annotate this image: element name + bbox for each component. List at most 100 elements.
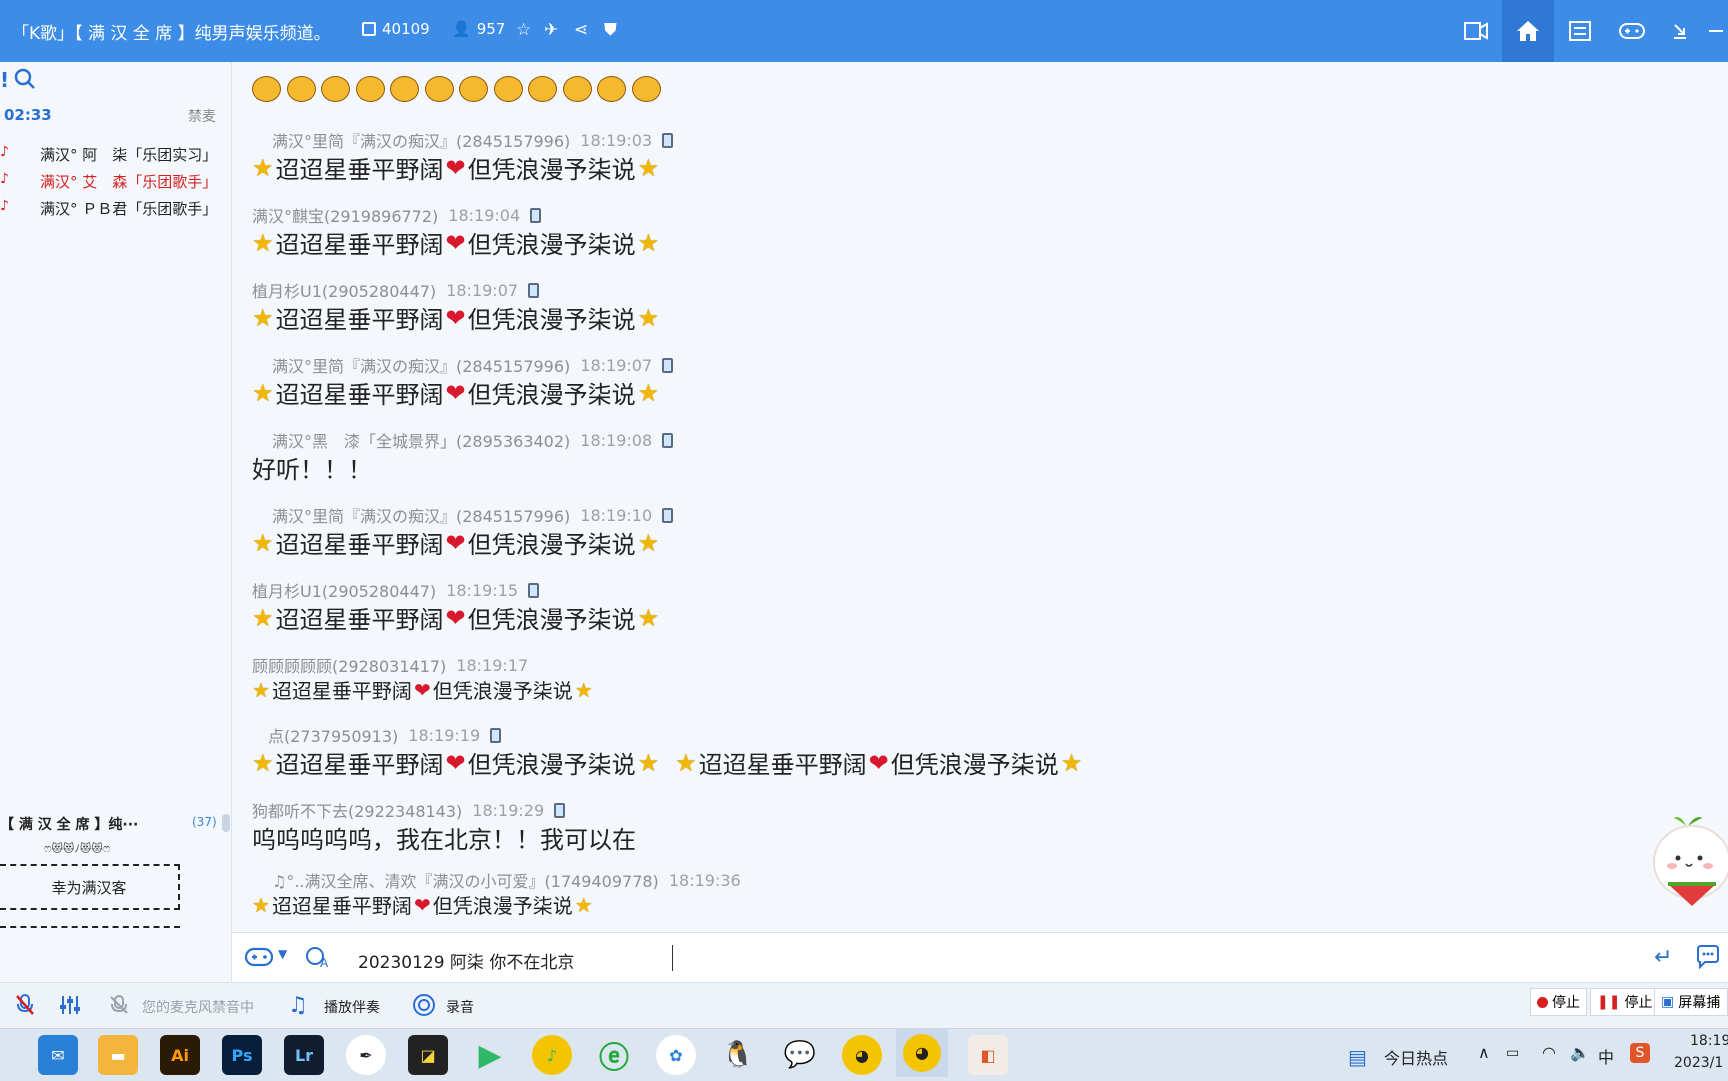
message-header[interactable]: 点(2737950913) 18:19:19	[268, 723, 502, 747]
yy-icon[interactable]: ◕	[842, 1035, 882, 1075]
raccoon-emoji-icon	[321, 76, 350, 102]
raccoon-emoji-icon	[252, 76, 281, 102]
screen-icon: ▣	[1661, 994, 1675, 1010]
sender-name[interactable]: 植月杉U1(2905280447)	[252, 578, 436, 602]
report-icon[interactable]: ⛊	[604, 19, 617, 41]
mic-muted-icon[interactable]	[14, 993, 36, 1021]
gamepad-icon[interactable]	[1606, 0, 1658, 62]
sender-name[interactable]: ♫°..满汉全席、清欢『满汉の小可爱』(1749409778)	[272, 868, 659, 892]
message-header[interactable]: 满汉°里简『满汉の痴汉』(2845157996) 18:19:10	[272, 503, 674, 527]
equalizer-icon[interactable]	[58, 993, 82, 1021]
qq-icon[interactable]: 🐧	[718, 1035, 758, 1075]
pen-icon[interactable]: ✒	[346, 1035, 386, 1075]
clock-time[interactable]: 18:19	[1690, 1033, 1728, 1049]
play-store-icon[interactable]: ▶	[470, 1035, 510, 1075]
message-header[interactable]: 满汉°麒宝(2919896772) 18:19:04	[252, 203, 542, 227]
music-note-icon[interactable]: ♫	[288, 993, 308, 1018]
sender-name[interactable]: 狗都听不下去(2922348143)	[252, 798, 462, 822]
search-icon[interactable]: ○	[0, 1035, 4, 1075]
channel-name[interactable]: 【 满 汉 全 席 】纯···	[0, 814, 138, 834]
message-text: 好听！！！	[252, 456, 372, 484]
stop-pause-button[interactable]: ❚❚ 停止	[1590, 988, 1660, 1016]
wechat-icon[interactable]: 💬	[780, 1035, 820, 1075]
record-button[interactable]: 录音	[446, 997, 474, 1017]
sender-name[interactable]: 植月杉U1(2905280447)	[252, 278, 436, 302]
volume-icon[interactable]: 🔈	[1570, 1043, 1590, 1062]
home-icon[interactable]	[1502, 0, 1554, 62]
message-text-2: 但凭浪漫予柒说	[467, 306, 636, 334]
lightroom-icon[interactable]: Lr	[284, 1035, 324, 1075]
news-label[interactable]: 今日热点	[1384, 1045, 1448, 1069]
sender-name[interactable]: 满汉°里简『满汉の痴汉』(2845157996)	[272, 353, 570, 377]
mic-queue-item[interactable]: 满汉° 阿 柒「乐团实习」	[40, 144, 217, 165]
stop-record-button[interactable]: 停止	[1530, 988, 1587, 1016]
mail-icon[interactable]: ✉	[38, 1035, 78, 1075]
folder-icon[interactable]: ▬	[98, 1035, 138, 1075]
mic-queue-item[interactable]: 满汉° 艾 森「乐团歌手」	[40, 171, 217, 192]
message-text-2: 但凭浪漫予柒说	[432, 894, 573, 918]
browser-icon[interactable]: ⓔ	[594, 1035, 634, 1076]
star-icon: ★	[574, 677, 593, 702]
message-header[interactable]: 植月杉U1(2905280447) 18:19:07	[252, 278, 540, 302]
yy-active-icon[interactable]: ◕	[896, 1029, 948, 1077]
sogou-icon[interactable]: S	[1630, 1043, 1650, 1063]
clock-date[interactable]: 2023/1	[1674, 1055, 1723, 1071]
photoshop-icon[interactable]: Ps	[222, 1035, 262, 1075]
sender-name[interactable]: 满汉°里简『满汉の痴汉』(2845157996)	[272, 503, 570, 527]
screen-capture-button[interactable]: ▣ 屏幕捕	[1654, 988, 1728, 1016]
gamepad-icon[interactable]	[244, 945, 274, 973]
share-icon[interactable]: ⋖	[574, 19, 588, 41]
message-time: 18:19:19	[408, 725, 481, 745]
plane-icon[interactable]: ✈	[544, 19, 558, 41]
phone-icon	[662, 357, 674, 373]
chevron-up-icon[interactable]: ∧	[1478, 1043, 1490, 1062]
chevron-down-icon[interactable]: ▼	[278, 947, 287, 961]
sidebar-scrollbar[interactable]	[222, 814, 230, 832]
room-id: 40109	[362, 20, 430, 38]
message-header[interactable]: 满汉°黑 漆「全城景界」(2895363402) 18:19:08	[272, 428, 674, 452]
window-control[interactable]	[1704, 0, 1728, 62]
sender-name[interactable]: 顾顾顾顾顾(2928031417)	[252, 653, 446, 677]
list-icon[interactable]	[1554, 0, 1606, 62]
wifi-icon[interactable]: ◠	[1542, 1043, 1556, 1062]
title-bar: 「K歌」【 满 汉 全 席 】纯男声娱乐频道。 40109 👤 957 ☆ ✈ …	[0, 0, 1728, 62]
music-app-icon[interactable]: ♪	[532, 1035, 572, 1075]
star-icon[interactable]: ☆	[516, 19, 531, 41]
photos-icon[interactable]: ✿	[656, 1035, 696, 1075]
illustrator-icon[interactable]: Ai	[160, 1035, 200, 1075]
chat-bubble-icon[interactable]	[1694, 943, 1722, 975]
battery-icon[interactable]: ▭	[1506, 1045, 1519, 1061]
message-header[interactable]: 满汉°里简『满汉の痴汉』(2845157996) 18:19:03	[272, 128, 674, 152]
message-header[interactable]: 狗都听不下去(2922348143) 18:19:29	[252, 798, 566, 822]
sender-name[interactable]: 满汉°黑 漆「全城景界」(2895363402)	[272, 428, 570, 452]
sender-name[interactable]: 满汉°里简『满汉の痴汉』(2845157996)	[272, 128, 570, 152]
message-header[interactable]: 植月杉U1(2905280447) 18:19:15	[252, 578, 540, 602]
accompany-button[interactable]: 播放伴奏	[324, 997, 380, 1017]
heart-icon: ❤	[445, 228, 466, 257]
star-icon: ★	[637, 748, 660, 777]
record-icon[interactable]	[412, 993, 436, 1021]
message-header[interactable]: 满汉°里简『满汉の痴汉』(2845157996) 18:19:07	[272, 353, 674, 377]
message-body: ★ 迢迢星垂平野阔 ❤ 但凭浪漫予柒说 ★ ★ 迢迢星垂平野阔 ❤ 但凭浪漫予柒说 ★	[252, 745, 1082, 780]
send-icon[interactable]: ↵	[1654, 945, 1672, 970]
chat-area: 满汉°里简『满汉の痴汉』(2845157996) 18:19:03 ★ 迢迢星垂平野阔…	[232, 62, 1728, 932]
sender-name[interactable]: 满汉°麒宝(2919896772)	[252, 203, 438, 227]
sender-name[interactable]: 点(2737950913)	[268, 723, 398, 747]
chat-scrollbar[interactable]	[1714, 62, 1728, 932]
slides-icon[interactable]: ◧	[968, 1035, 1008, 1075]
font-style-icon[interactable]: A	[304, 945, 332, 973]
message-header[interactable]: ♫°..满汉全席、清欢『满汉の小可爱』(1749409778) 18:19:36	[272, 868, 741, 892]
ban-mic-button[interactable]: 禁麦	[188, 106, 216, 126]
search-icon[interactable]	[14, 68, 36, 94]
message-input[interactable]: 20230129 阿柒 你不在北京	[358, 948, 574, 973]
minimize-icon[interactable]	[1660, 0, 1700, 62]
sticky-note-icon[interactable]: ◪	[408, 1035, 448, 1075]
message-header[interactable]: 顾顾顾顾顾(2928031417) 18:19:17	[252, 653, 528, 677]
video-icon[interactable]	[1450, 0, 1502, 62]
phone-icon	[662, 432, 674, 448]
online-count-value: 957	[476, 20, 506, 38]
ime-indicator[interactable]: 中	[1598, 1044, 1614, 1068]
news-icon[interactable]: ▤	[1348, 1045, 1367, 1069]
mascot-image[interactable]	[1648, 812, 1728, 908]
mic-queue-item[interactable]: 满汉° ＰＢ君「乐团歌手」	[40, 198, 217, 219]
